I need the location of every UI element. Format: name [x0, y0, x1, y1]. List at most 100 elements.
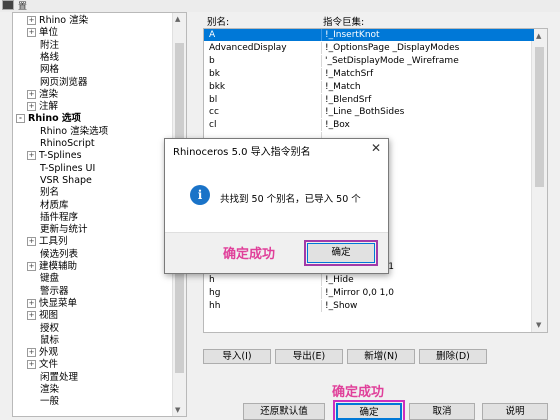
tree-item[interactable]: 附注 [40, 40, 59, 52]
tree-item[interactable]: 别名 [40, 187, 59, 199]
macro-cell: !_Mirror 0,0 1,0 [325, 288, 394, 298]
tree-item[interactable]: 鼠标 [40, 335, 59, 347]
scroll-thumb[interactable] [535, 47, 544, 187]
column-divider [321, 106, 322, 119]
tree-item[interactable]: VSR Shape [40, 175, 92, 187]
expand-icon[interactable]: + [27, 16, 36, 25]
export-button[interactable]: 导出(E) [275, 349, 343, 364]
tree-item-label: 渲染 [40, 384, 60, 395]
tree-item[interactable]: 闲置处理 [40, 372, 78, 384]
tree-item[interactable]: + Rhino 渲染 [27, 15, 88, 27]
expand-icon[interactable]: + [27, 102, 36, 112]
tree-item[interactable]: T-Splines UI [40, 163, 95, 175]
column-divider [321, 29, 322, 41]
cancel-button[interactable]: 取消 [409, 403, 475, 420]
tree-item-label: 网格 [40, 64, 60, 76]
expand-icon[interactable]: + [27, 348, 36, 358]
table-row[interactable]: bkk !_Match [204, 80, 534, 93]
column-divider [321, 80, 322, 93]
tree-item[interactable]: + 渲染 [27, 89, 58, 101]
expand-icon[interactable]: + [27, 262, 36, 271]
macro-cell: !_Show [325, 300, 358, 311]
tree-item[interactable]: 渲染 [40, 384, 59, 396]
tree-item-label: 建模辅助 [39, 261, 78, 272]
table-row[interactable]: AdvancedDisplay !_OptionsPage _DisplayMod… [204, 41, 534, 54]
close-icon[interactable]: ✕ [371, 141, 381, 155]
tree-item[interactable]: 更新与统计 [40, 224, 88, 236]
ok-button[interactable]: 确定 [333, 400, 405, 420]
alias-cell: A [209, 30, 216, 40]
expand-icon[interactable]: + [27, 151, 36, 161]
tree-item[interactable]: 材质库 [40, 200, 69, 212]
tree-item-label: 闲置处理 [40, 371, 79, 383]
table-row[interactable]: h !_Hide [204, 274, 534, 287]
tree-item[interactable]: + 快显菜单 [27, 298, 77, 310]
tree-item[interactable]: 授权 [40, 323, 59, 335]
tree-item-label: Rhino 渲染选项 [40, 125, 109, 137]
options-tree[interactable]: ▲ ▼ + Rhino 渲染 + 单位 附注 格线 网格 网页浏览器 + 渲染 + 注解 - Rhino … [12, 12, 187, 417]
tree-item[interactable]: 插件程序 [40, 212, 78, 224]
tree-item-label: 格线 [40, 51, 60, 63]
delete-button[interactable]: 删除(D) [419, 349, 487, 364]
expand-icon[interactable]: + [27, 360, 36, 370]
window-title-strip: 置 [0, 0, 560, 12]
restore-defaults-button[interactable]: 还原默认值 [243, 403, 325, 420]
tree-item[interactable]: + 建模辅助 [27, 261, 77, 273]
column-divider [321, 93, 322, 106]
column-divider [321, 299, 322, 312]
tree-item-label: RhinoScript [40, 138, 95, 149]
scroll-down-icon[interactable]: ▼ [175, 406, 180, 414]
tree-item[interactable]: 警示器 [40, 286, 69, 298]
tree-item[interactable]: 一般 [40, 396, 59, 408]
help-button[interactable]: 说明 [482, 403, 548, 420]
alias-cell: bk [209, 68, 220, 79]
import-button[interactable]: 导入(I) [203, 349, 271, 364]
tree-item-label: 外观 [39, 347, 59, 359]
tree-item[interactable]: 格线 [40, 52, 59, 64]
expand-icon[interactable]: + [27, 89, 36, 99]
import-result-dialog: Rhinoceros 5.0 导入指令别名 ✕ i 共找到 50 个别名，已导入… [164, 138, 389, 274]
new-button[interactable]: 新增(N) [347, 349, 415, 364]
dialog-ok-button[interactable]: 确定 [304, 240, 378, 266]
alias-cell: AdvancedDisplay [209, 42, 287, 53]
tree-item-label: 工具列 [39, 236, 68, 248]
table-row[interactable]: A !_InsertKnot [204, 29, 534, 41]
table-row[interactable]: hg !_Mirror 0,0 1,0 [204, 287, 534, 299]
tree-item[interactable]: + 外观 [27, 347, 58, 359]
expand-icon[interactable]: + [27, 298, 36, 308]
tree-item[interactable]: + T-Splines [27, 150, 82, 162]
alias-cell: cc [209, 107, 219, 118]
tree-item[interactable]: 键盘 [40, 273, 59, 285]
tree-item[interactable]: + 工具列 [27, 236, 68, 248]
expand-icon[interactable]: + [27, 28, 36, 38]
expand-icon[interactable]: + [27, 237, 36, 247]
macro-cell: !_Hide [325, 275, 354, 286]
tree-item[interactable]: + 文件 [27, 359, 58, 371]
scroll-up-icon[interactable]: ▲ [536, 32, 541, 40]
table-row[interactable]: cl !_Box [204, 119, 534, 132]
table-row[interactable]: cc !_Line _BothSides [204, 106, 534, 119]
tree-item[interactable]: 网格 [40, 64, 59, 76]
tree-item-label: T-Splines UI [40, 162, 96, 174]
alias-cell: b [209, 55, 215, 66]
tree-item[interactable]: + 单位 [27, 27, 58, 39]
table-row[interactable]: b '_SetDisplayMode _Wireframe [204, 54, 534, 67]
tree-item[interactable]: + 注解 [27, 101, 58, 113]
tree-item[interactable]: + 视图 [27, 310, 58, 322]
macro-column-header[interactable]: 指令巨集: [323, 14, 364, 28]
table-row[interactable]: bk !_MatchSrf [204, 67, 534, 80]
tree-item-label: 快显菜单 [39, 297, 78, 309]
table-row[interactable]: bl !_BlendSrf [204, 93, 534, 106]
scroll-down-icon[interactable]: ▼ [536, 321, 541, 329]
tree-item[interactable]: Rhino 渲染选项 [40, 126, 108, 138]
table-row[interactable]: hh !_Show [204, 299, 534, 312]
alias-column-header[interactable]: 别名: [207, 14, 229, 28]
tree-item[interactable]: - Rhino 选项 [16, 113, 81, 125]
tree-item[interactable]: RhinoScript [40, 138, 95, 150]
expand-icon[interactable]: + [27, 311, 36, 321]
tree-item[interactable]: 网页浏览器 [40, 77, 88, 89]
tree-item[interactable]: 候选列表 [40, 249, 78, 261]
collapse-icon[interactable]: - [16, 114, 25, 124]
scroll-up-icon[interactable]: ▲ [175, 15, 180, 23]
tree-item-label: 键盘 [40, 273, 60, 285]
